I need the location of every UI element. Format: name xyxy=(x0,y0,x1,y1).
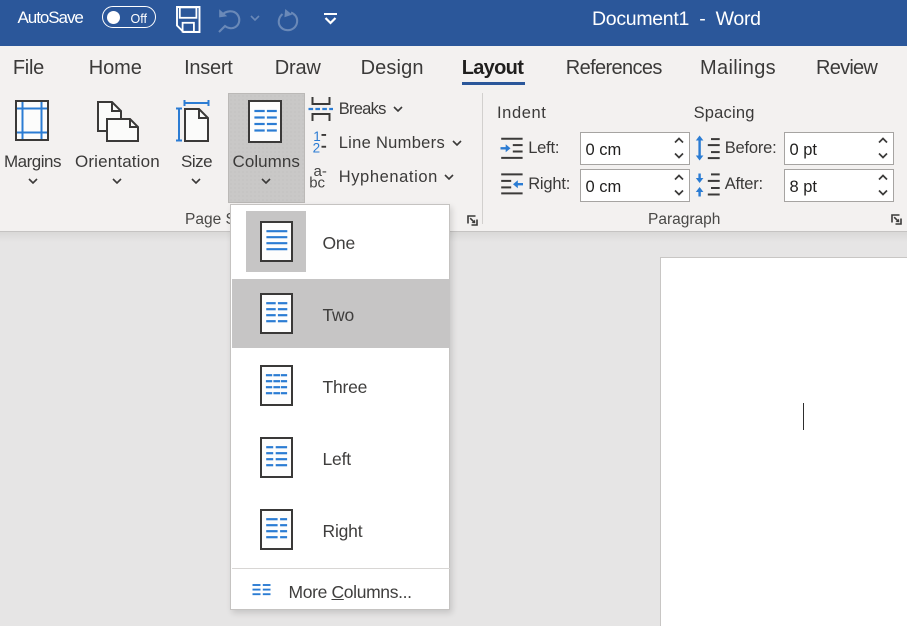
svg-text:2: 2 xyxy=(313,140,321,155)
svg-text:bc: bc xyxy=(309,175,325,189)
